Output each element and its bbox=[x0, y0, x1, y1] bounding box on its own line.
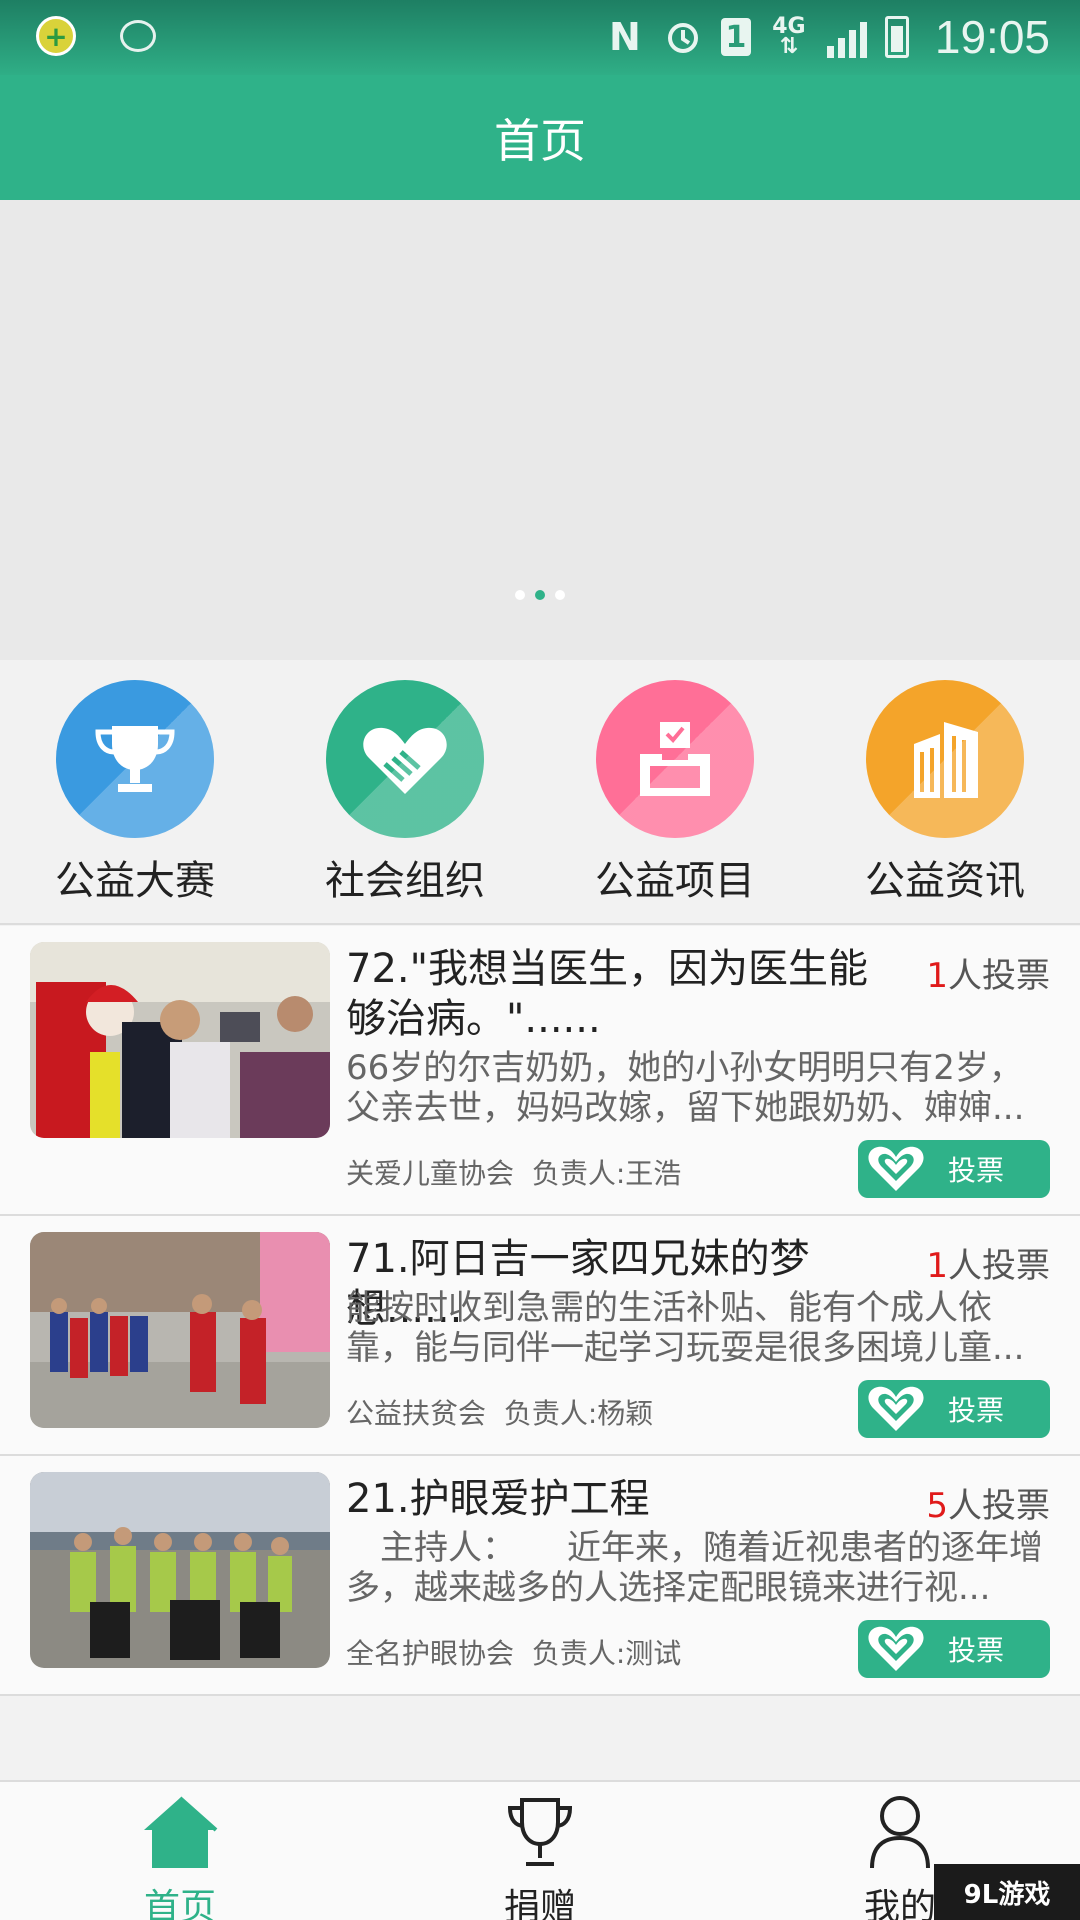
banner-carousel[interactable] bbox=[0, 200, 1080, 660]
project-meta: 全名护眼协会 负责人:测试 bbox=[346, 1632, 681, 1672]
nav-donate[interactable]: 捐赠 bbox=[460, 1794, 620, 1920]
project-meta: 关爱儿童协会 负责人:王浩 bbox=[346, 1152, 681, 1192]
owner-name: 负责人:杨颖 bbox=[503, 1397, 654, 1430]
home-icon bbox=[100, 1794, 260, 1874]
project-description: 66岁的尔吉奶奶，她的小孙女明明只有2岁，父亲去世，妈妈改嫁，留下她跟奶奶、婶婶… bbox=[346, 1048, 1025, 1128]
page-title: 首页 bbox=[494, 113, 586, 168]
vote-count-suffix: 人投票 bbox=[948, 1246, 1050, 1286]
carousel-dot bbox=[515, 590, 525, 600]
project-thumbnail bbox=[30, 1232, 330, 1428]
nfc-icon: N bbox=[608, 15, 641, 59]
vote-button-label: 投票 bbox=[948, 1634, 1005, 1667]
list-item[interactable]: 21.护眼爱护工程 5人投票 主持人： 近年来，随着近视患者的逐年增多，越来越多… bbox=[0, 1456, 1080, 1696]
project-list: 72."我想当医生，因为医生能够治病。"...... 1人投票 66岁的尔吉奶奶… bbox=[0, 926, 1080, 1696]
list-item[interactable]: 71.阿日吉一家四兄妹的梦想...... 1人投票 能按时收到急需的生活补贴、能… bbox=[0, 1216, 1080, 1456]
battery-icon bbox=[884, 16, 909, 58]
vote-count-number: 1 bbox=[926, 956, 948, 996]
category-grid: 公益大赛 社会组织 公益项目 公益资讯 bbox=[0, 660, 1080, 925]
heart-icon bbox=[858, 1620, 934, 1678]
alarm-icon bbox=[663, 16, 703, 58]
notification-face-icon bbox=[120, 20, 156, 52]
project-meta: 公益扶贫会 负责人:杨颖 bbox=[346, 1392, 653, 1432]
app-header: 首页 bbox=[0, 75, 1080, 200]
project-thumbnail bbox=[30, 942, 330, 1138]
vote-button[interactable]: 投票 bbox=[858, 1380, 1050, 1438]
category-organization[interactable]: 社会组织 bbox=[305, 680, 505, 906]
trophy-icon bbox=[56, 680, 214, 838]
vote-count-number: 1 bbox=[926, 1246, 948, 1286]
category-label: 公益资讯 bbox=[865, 858, 1025, 904]
app-notification-icon: + bbox=[36, 16, 76, 56]
carousel-dot-active bbox=[535, 590, 545, 600]
vote-count-number: 5 bbox=[926, 1486, 948, 1526]
category-label: 公益大赛 bbox=[55, 858, 215, 904]
category-label: 公益项目 bbox=[595, 858, 755, 904]
vote-count: 1人投票 bbox=[926, 1238, 1050, 1287]
bottom-nav: 首页 捐赠 我的 9L游戏 bbox=[0, 1780, 1080, 1920]
project-title: 21.护眼爱护工程 bbox=[346, 1476, 650, 1522]
vote-button[interactable]: 投票 bbox=[858, 1620, 1050, 1678]
vote-count: 1人投票 bbox=[926, 948, 1050, 997]
carousel-dot bbox=[555, 590, 565, 600]
ballot-box-icon bbox=[596, 680, 754, 838]
project-thumbnail bbox=[30, 1472, 330, 1668]
category-news[interactable]: 公益资讯 bbox=[845, 680, 1045, 906]
vote-count-suffix: 人投票 bbox=[948, 956, 1050, 996]
nav-home[interactable]: 首页 bbox=[100, 1794, 260, 1920]
watermark: 9L游戏 bbox=[934, 1864, 1080, 1920]
project-title: 72."我想当医生，因为医生能够治病。"...... bbox=[346, 946, 869, 1042]
network-type-icon: 4G ⇅ bbox=[772, 14, 806, 59]
building-icon bbox=[866, 680, 1024, 838]
owner-name: 负责人:王浩 bbox=[531, 1157, 682, 1190]
heart-icon bbox=[858, 1380, 934, 1438]
nav-label: 捐赠 bbox=[503, 1887, 576, 1920]
vote-button-label: 投票 bbox=[948, 1154, 1005, 1187]
category-project[interactable]: 公益项目 bbox=[575, 680, 775, 906]
carousel-indicator bbox=[0, 590, 1080, 600]
organization-name: 公益扶贫会 bbox=[346, 1397, 487, 1430]
list-item[interactable]: 72."我想当医生，因为医生能够治病。"...... 1人投票 66岁的尔吉奶奶… bbox=[0, 926, 1080, 1216]
category-contest[interactable]: 公益大赛 bbox=[35, 680, 235, 906]
project-description: 能按时收到急需的生活补贴、能有个成人依靠，能与同伴一起学习玩耍是很多困境儿童..… bbox=[346, 1288, 1025, 1368]
handshake-icon bbox=[326, 680, 484, 838]
trophy-icon bbox=[460, 1794, 620, 1874]
vote-button-label: 投票 bbox=[948, 1394, 1005, 1427]
vote-button[interactable]: 投票 bbox=[858, 1140, 1050, 1198]
owner-name: 负责人:测试 bbox=[531, 1637, 682, 1670]
sim-icon: 1 bbox=[720, 18, 751, 56]
vote-count: 5人投票 bbox=[926, 1478, 1050, 1527]
organization-name: 全名护眼协会 bbox=[346, 1637, 515, 1670]
heart-icon bbox=[858, 1140, 934, 1198]
category-label: 社会组织 bbox=[325, 858, 485, 904]
signal-icon bbox=[826, 16, 867, 58]
status-time: 19:05 bbox=[934, 11, 1050, 63]
organization-name: 关爱儿童协会 bbox=[346, 1157, 515, 1190]
status-bar: + N 1 4G ⇅ 19:05 bbox=[0, 0, 1080, 75]
vote-count-suffix: 人投票 bbox=[948, 1486, 1050, 1526]
nav-label: 首页 bbox=[143, 1887, 216, 1920]
project-description: 主持人： 近年来，随着近视患者的逐年增多，越来越多的人选择定配眼镜来进行视... bbox=[346, 1528, 1043, 1608]
person-icon bbox=[820, 1794, 980, 1874]
